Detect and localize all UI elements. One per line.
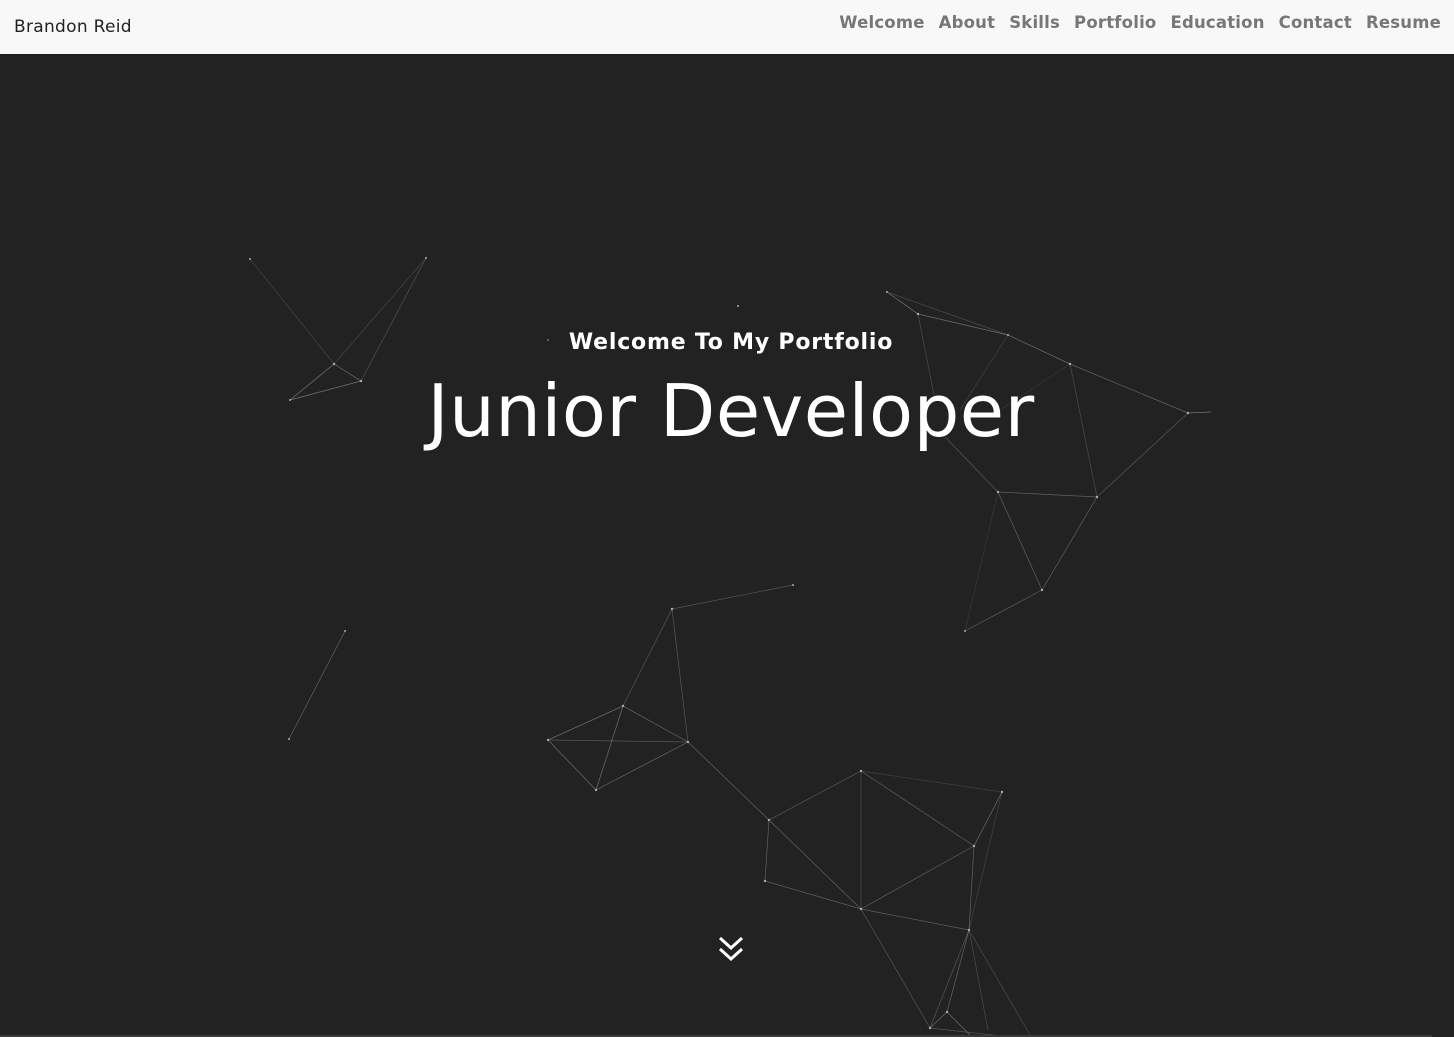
- navbar: Brandon Reid Welcome About Skills Portfo…: [0, 0, 1454, 54]
- nav-link-resume[interactable]: Resume: [1359, 13, 1441, 32]
- hero-title: Junior Developer: [427, 369, 1035, 453]
- brand-link[interactable]: Brandon Reid: [14, 17, 132, 37]
- hero-intro: Welcome To My Portfolio: [568, 330, 894, 355]
- nav-link-contact[interactable]: Contact: [1272, 13, 1359, 32]
- nav-link-about[interactable]: About: [932, 13, 1003, 32]
- nav-link-education[interactable]: Education: [1163, 13, 1271, 32]
- nav-link-skills[interactable]: Skills: [1002, 13, 1067, 32]
- nav-link-welcome[interactable]: Welcome: [832, 13, 931, 32]
- particle-network-background: [249, 257, 1212, 1037]
- nav-link-portfolio[interactable]: Portfolio: [1067, 13, 1163, 32]
- hero-section: Welcome To My Portfolio Junior Developer: [0, 54, 1454, 1037]
- chevron-double-down-icon: [718, 936, 744, 962]
- nav-links: Welcome About Skills Portfolio Education…: [832, 13, 1441, 32]
- scroll-down-button[interactable]: [716, 934, 746, 964]
